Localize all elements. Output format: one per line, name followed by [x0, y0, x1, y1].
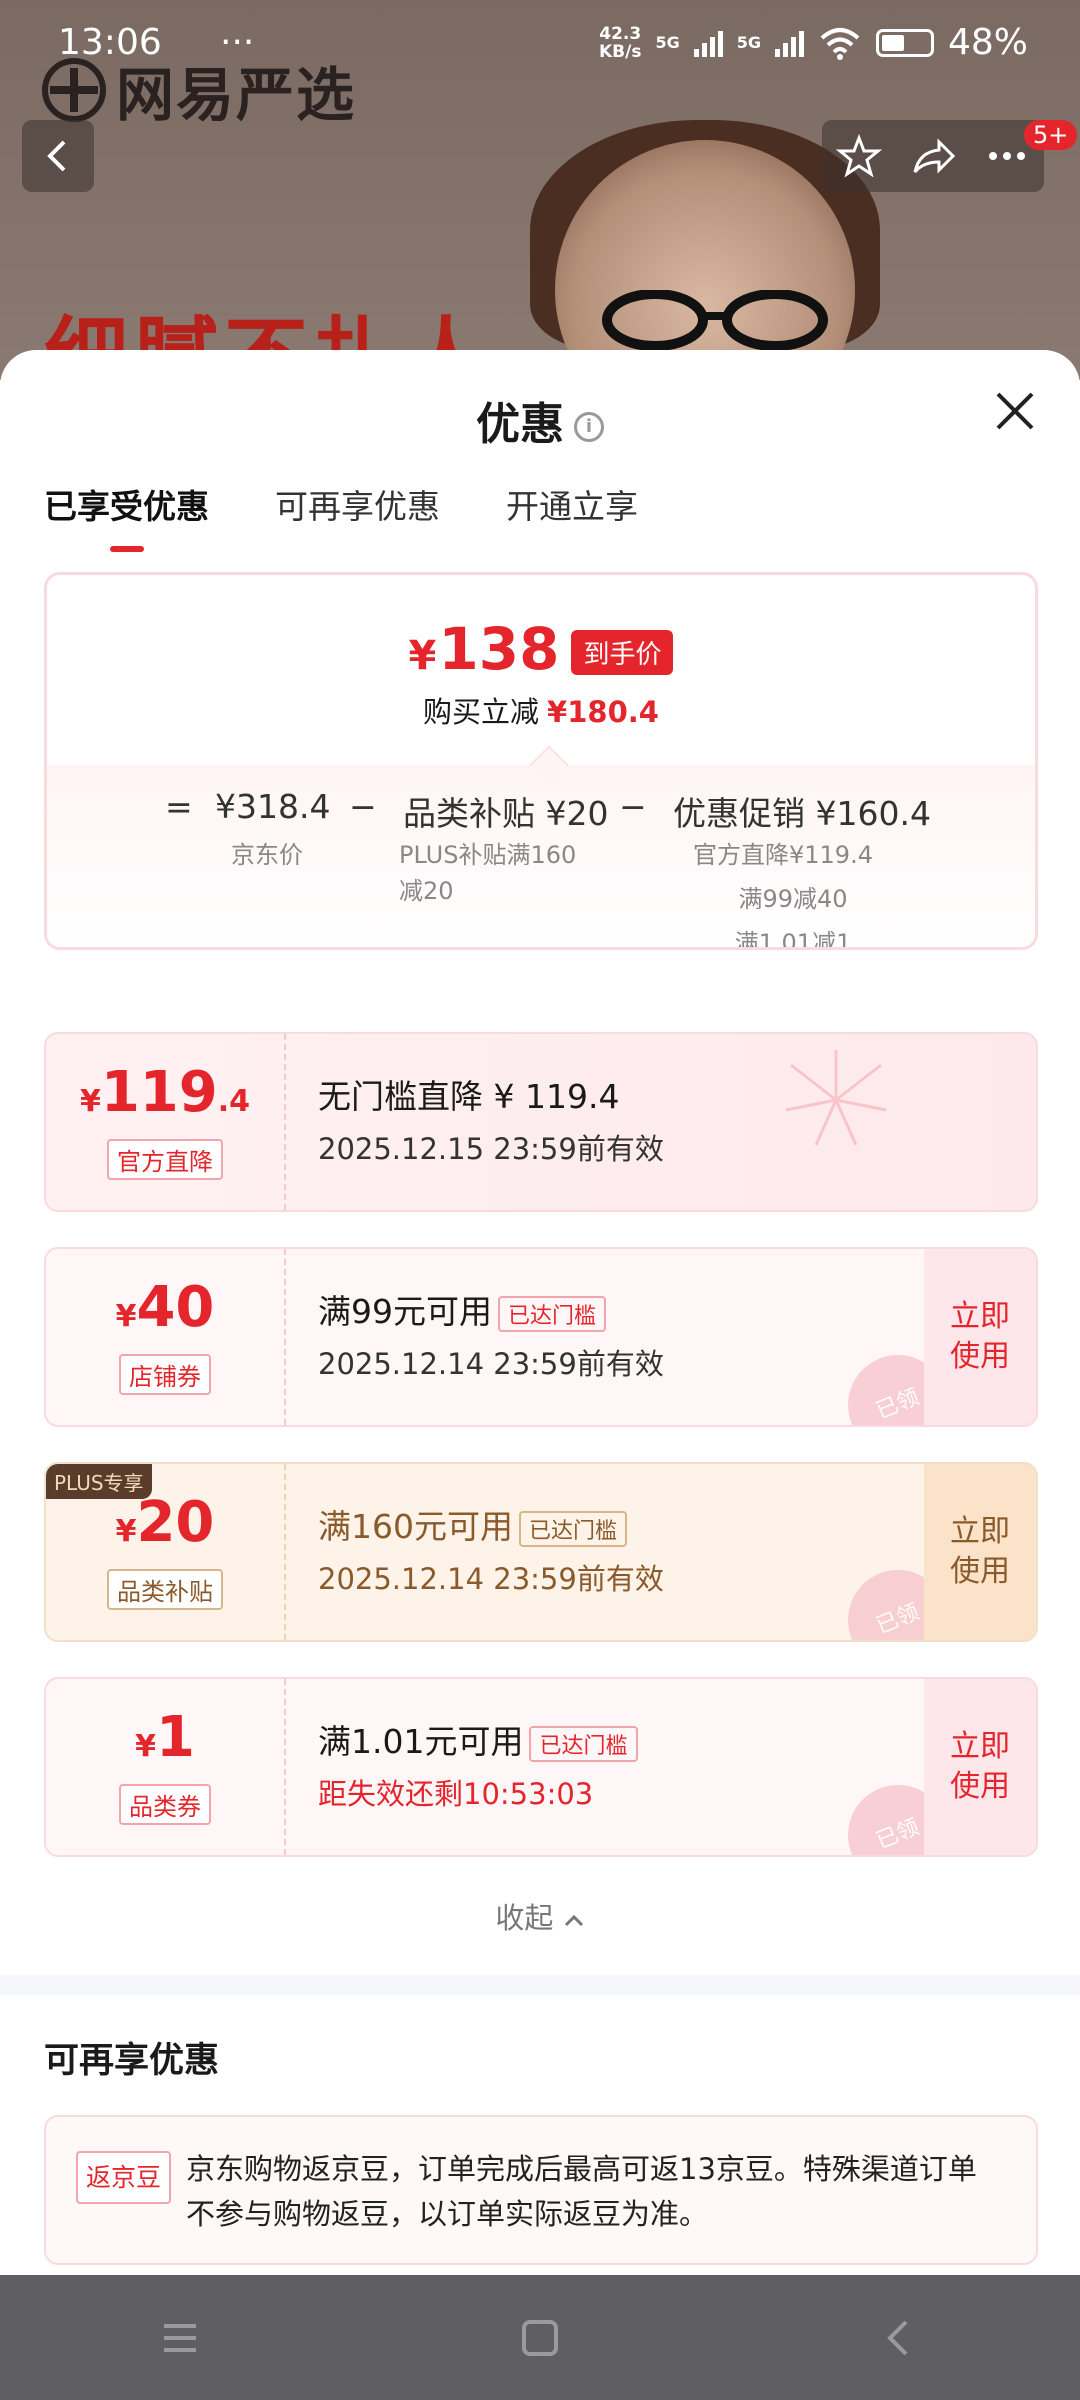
coupon-category: ¥1 品类券 满1.01元可用 已达门槛 距失效还剩10:53:03 已领 立即使… — [44, 1677, 1038, 1857]
menu-icon[interactable] — [158, 2318, 202, 2358]
sheet-title: 优惠 i — [0, 388, 1080, 452]
coupon-value: ¥119.4 — [79, 1060, 251, 1125]
jd-bean-text: 京东购物返京豆，订单完成后最高可返13京豆。特殊渠道订单不参与购物返豆，以订单实… — [186, 2152, 977, 2231]
star-icon[interactable] — [835, 132, 883, 180]
back-button[interactable] — [22, 120, 94, 192]
coupon-expiry: 2025.12.14 23:59前有效 — [318, 1562, 664, 1596]
signal-icon — [693, 29, 723, 57]
status-time: 13:06 — [58, 22, 162, 63]
tab-more[interactable]: 可再享优惠 — [275, 480, 440, 552]
coupon-store: ¥40 店铺券 满99元可用 已达门槛 2025.12.14 23:59前有效 已… — [44, 1247, 1038, 1427]
coupon-title: 无门槛直降 ¥ 119.4 — [318, 1077, 620, 1116]
threshold-reached-badge: 已达门槛 — [498, 1295, 607, 1332]
net-type-2: 5G — [736, 33, 761, 52]
top-actions — [822, 120, 1044, 192]
battery-percent: 48% — [947, 22, 1028, 63]
final-price: ¥138 — [408, 615, 560, 683]
back-nav-icon[interactable] — [878, 2318, 922, 2358]
threshold-reached-badge: 已达门槛 — [519, 1510, 628, 1547]
use-now-button[interactable]: 立即 使用 — [924, 1464, 1036, 1640]
discount-sheet: 优惠 i 已享受优惠 可再享优惠 开通立享 ¥138 到手价 购买立减 ¥180.4 … — [0, 350, 1080, 2275]
firework-decoration — [785, 1050, 887, 1146]
tab-activate[interactable]: 开通立享 — [506, 480, 638, 552]
jd-bean-card: 返京豆 京东购物返京豆，订单完成后最高可返13京豆。特殊渠道订单不参与购物返豆，… — [44, 2115, 1038, 2265]
coupon-title: 满160元可用 已达门槛 — [318, 1500, 664, 1548]
minus-sign-2: − — [619, 787, 647, 826]
chevron-left-icon — [47, 140, 66, 172]
discount-tabs: 已享受优惠 可再享优惠 开通立享 — [44, 480, 638, 552]
category-subsidy-detail: PLUS补贴满160 减20 — [399, 841, 577, 905]
threshold-reached-badge: 已达门槛 — [529, 1725, 638, 1762]
promo-detail: 官方直降¥119.4 满99减40 满1.01减1 — [693, 841, 873, 950]
coupon-plus-subsidy: ¥20 品类补贴 PLUS专享 满160元可用 已达门槛 2025.12.14 2… — [44, 1462, 1038, 1642]
share-icon[interactable] — [909, 132, 957, 180]
price-summary: ¥138 到手价 购买立减 ¥180.4 = ¥318.4 − 品类补贴 ¥20 −… — [44, 572, 1038, 950]
coupon-expiry: 2025.12.15 23:59前有效 — [318, 1132, 664, 1166]
coupon-title: 满99元可用 已达门槛 — [318, 1285, 664, 1333]
tab-enjoyed[interactable]: 已享受优惠 — [44, 480, 209, 552]
category-subsidy: 品类补贴 ¥20 — [403, 794, 609, 833]
chevron-up-icon — [564, 1914, 583, 1927]
jd-bean-tag: 返京豆 — [76, 2151, 172, 2204]
reduce-line: 购买立减 ¥180.4 — [423, 695, 659, 729]
coupon-title: 满1.01元可用 已达门槛 — [318, 1715, 638, 1763]
coupon-type: 品类券 — [119, 1784, 211, 1825]
coupon-type: 店铺券 — [119, 1354, 211, 1395]
jd-price: ¥318.4 — [215, 787, 331, 826]
status-bar: 13:06 ··· 42.3 KB/s 5G 5G 48% — [0, 0, 1080, 90]
net-type-1: 5G — [655, 33, 680, 52]
battery-icon — [875, 28, 934, 57]
equals-sign: = — [165, 787, 193, 826]
coupon-value: ¥1 — [135, 1705, 195, 1770]
wifi-icon — [820, 27, 860, 60]
use-now-button[interactable]: 立即 使用 — [924, 1679, 1036, 1855]
coupon-value: ¥20 — [115, 1490, 215, 1555]
coupon-type: 官方直降 — [107, 1139, 223, 1180]
close-icon[interactable] — [990, 386, 1040, 436]
home-icon[interactable] — [518, 2318, 562, 2358]
status-dots: ··· — [220, 22, 255, 63]
promo-total: 优惠促销 ¥160.4 — [673, 794, 931, 833]
jd-price-label: 京东价 — [231, 841, 303, 869]
info-icon[interactable]: i — [574, 412, 604, 442]
network-speed: 42.3 KB/s — [598, 23, 642, 62]
notification-badge: 5+ — [1024, 120, 1078, 150]
coupon-countdown: 距失效还剩10:53:03 — [318, 1777, 594, 1811]
section-divider — [0, 1975, 1080, 1995]
minus-sign-1: − — [349, 787, 377, 826]
more-discounts-title: 可再享优惠 — [44, 2041, 220, 2081]
system-navbar — [0, 2275, 1080, 2400]
glasses-illustration — [602, 290, 828, 350]
plus-exclusive-tag: PLUS专享 — [46, 1464, 152, 1499]
use-now-button[interactable]: 立即 使用 — [924, 1249, 1036, 1425]
signal-icon-2 — [774, 29, 804, 57]
coupon-type: 品类补贴 — [107, 1569, 223, 1610]
coupon-official-discount: ¥119.4 官方直降 无门槛直降 ¥ 119.4 2025.12.15 23:… — [44, 1032, 1038, 1212]
coupon-value: ¥40 — [115, 1275, 215, 1340]
collapse-button[interactable]: 收起 — [0, 1895, 1080, 1937]
final-price-tag: 到手价 — [571, 630, 674, 675]
coupon-expiry: 2025.12.14 23:59前有效 — [318, 1347, 664, 1381]
